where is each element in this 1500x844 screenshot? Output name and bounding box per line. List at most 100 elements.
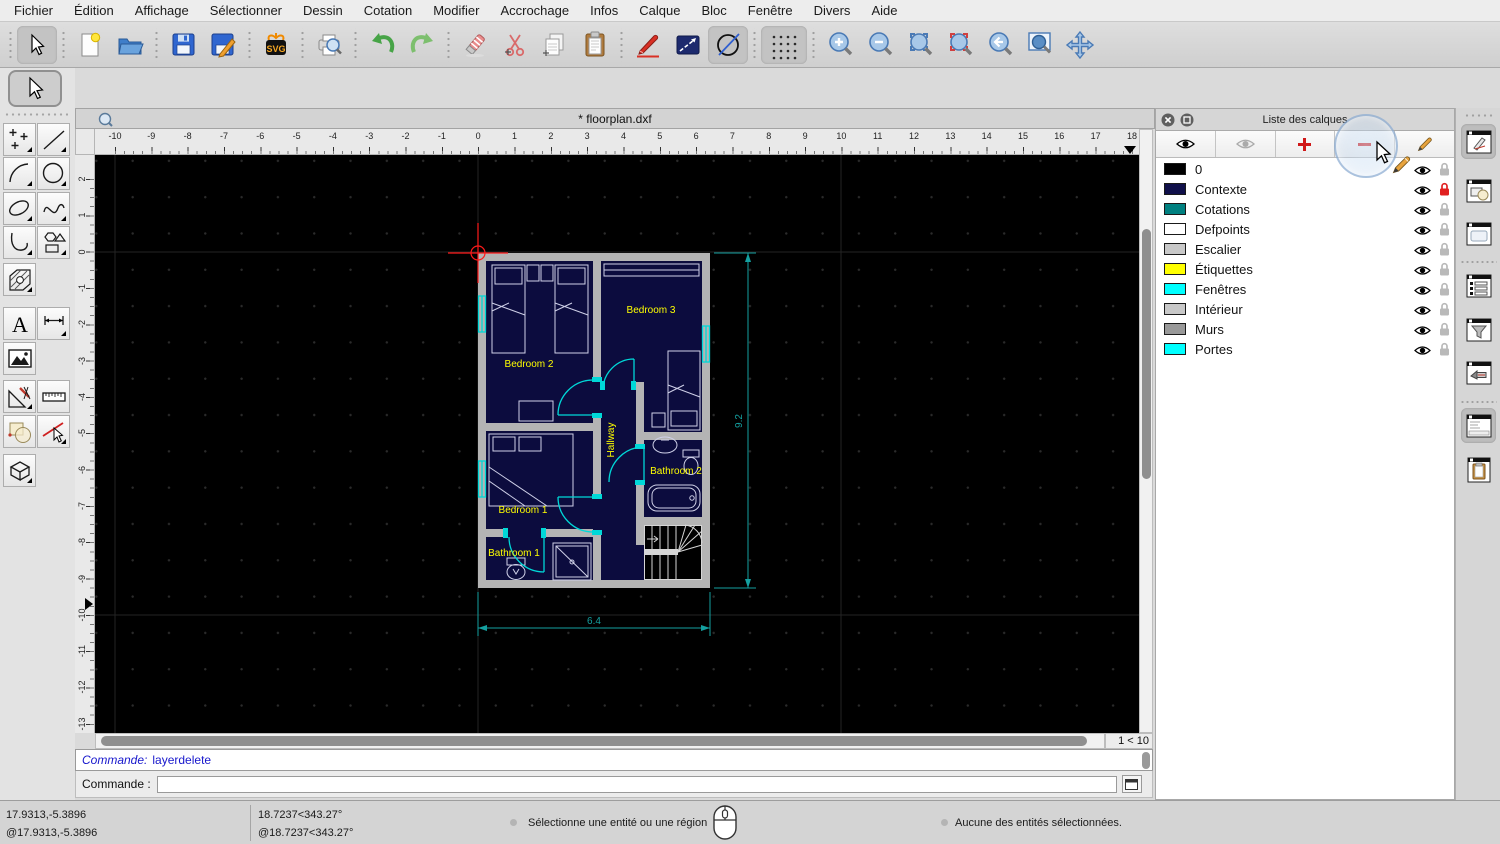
text-icon: A [12, 312, 28, 337]
command-widget-button[interactable] [1461, 408, 1496, 443]
library-browser-widget-button[interactable] [1461, 216, 1496, 251]
hruler-label: -4 [328, 131, 337, 141]
layer-name: 0 [1195, 161, 1203, 177]
menu-item[interactable]: Modifier [433, 3, 479, 18]
layer-row[interactable]: Defpoints [1156, 219, 1454, 239]
menu-item[interactable]: Fenêtre [748, 3, 793, 18]
menu-item[interactable]: Affichage [135, 3, 189, 18]
vscroll-thumb[interactable] [1142, 229, 1151, 479]
toolbar-handle [6, 27, 15, 62]
zoom-selection-button[interactable] [940, 26, 980, 64]
block-list-widget-button[interactable] [1461, 173, 1496, 208]
menu-item[interactable]: Bloc [701, 3, 726, 18]
points-tool-button[interactable] [3, 123, 36, 156]
zoom-pan-button[interactable] [1060, 26, 1100, 64]
zoom-in-button[interactable] [820, 26, 860, 64]
panel-float-button[interactable] [1180, 113, 1194, 127]
save-button[interactable] [163, 26, 203, 64]
3d-tools-button[interactable] [3, 454, 36, 487]
select-pointer-button[interactable] [17, 25, 57, 64]
statusbar-divider [250, 805, 251, 841]
shapes-tool-button[interactable] [37, 226, 70, 259]
menu-item[interactable]: Aide [871, 3, 897, 18]
menu-item[interactable]: Fichier [14, 3, 53, 18]
hruler-label: 9 [802, 131, 808, 141]
panel-close-button[interactable] [1161, 113, 1175, 127]
print-preview-button[interactable] [309, 26, 349, 64]
measure-tool-button[interactable] [37, 380, 70, 413]
menu-item[interactable]: Calque [639, 3, 680, 18]
command-history-scrollbar[interactable] [1142, 752, 1150, 769]
layer-lock-toggle[interactable] [1439, 342, 1450, 361]
layer-row[interactable]: Fenêtres [1156, 279, 1454, 299]
zoom-previous-button[interactable] [980, 26, 1020, 64]
spline-tool-button[interactable] [37, 192, 70, 225]
paste-button[interactable] [575, 26, 615, 64]
modify-entity-button[interactable] [37, 415, 70, 448]
command-input[interactable] [156, 775, 1117, 793]
export-svg-button[interactable]: SVG [256, 26, 296, 64]
layer-visibility-toggle[interactable] [1414, 343, 1431, 361]
filter-widget-icon [1466, 318, 1491, 341]
add-layer-button[interactable] [1275, 131, 1336, 157]
show-all-layers-button[interactable] [1156, 131, 1216, 157]
hruler-label: 18 [1126, 131, 1137, 141]
menu-item[interactable]: Dessin [303, 3, 343, 18]
menu-item[interactable]: Infos [590, 3, 618, 18]
hatch-tool-button[interactable] [3, 263, 36, 296]
clipboard-widget-button[interactable] [1461, 452, 1496, 487]
boolean-region-button[interactable] [3, 415, 36, 448]
new-document-button[interactable] [70, 26, 110, 64]
menu-item[interactable]: Édition [74, 3, 114, 18]
drawing-canvas[interactable]: Bedroom 2 Bedroom 3 Hallway Bedroom 1 Ba… [95, 155, 1139, 733]
vruler-label: -13 [77, 717, 87, 731]
layer-row[interactable]: Murs [1156, 319, 1454, 339]
hscroll-thumb[interactable] [101, 736, 1087, 746]
horizontal-scrollbar[interactable] [95, 733, 1105, 749]
cut-button[interactable] [495, 26, 535, 64]
entity-list-widget-button[interactable] [1461, 268, 1496, 303]
hide-all-layers-button[interactable] [1215, 131, 1276, 157]
drafting-tools-button[interactable] [3, 380, 36, 413]
arc-tool-button[interactable] [3, 157, 36, 190]
ellipse-tool-button[interactable] [3, 192, 36, 225]
menu-item[interactable]: Cotation [364, 3, 412, 18]
layer-row[interactable]: Cotations [1156, 199, 1454, 219]
redo-button[interactable] [402, 26, 442, 64]
zoom-auto-button[interactable] [900, 26, 940, 64]
open-file-button[interactable] [110, 26, 150, 64]
layer-row[interactable]: Intérieur [1156, 299, 1454, 319]
command-options-button[interactable] [1121, 775, 1142, 793]
layer-row[interactable]: Portes [1156, 339, 1454, 359]
zoom-window-button[interactable] [1020, 26, 1060, 64]
toolbar-separator [351, 27, 360, 62]
delete-eraser-button[interactable] [455, 26, 495, 64]
draft-mode-button[interactable] [708, 25, 748, 64]
menu-item[interactable]: Sélectionner [210, 3, 282, 18]
layer-row[interactable]: Contexte [1156, 179, 1454, 199]
pen-attributes-button[interactable] [628, 26, 668, 64]
dimension-tool-button[interactable] [37, 307, 70, 340]
grid-toggle-button[interactable] [761, 25, 807, 64]
layer-row[interactable]: Étiquettes [1156, 259, 1454, 279]
line-tool-button[interactable] [37, 123, 70, 156]
strip-separator [1460, 400, 1497, 404]
polyline-tool-button[interactable] [3, 226, 36, 259]
document-titlebar[interactable]: * floorplan.dxf [75, 108, 1155, 129]
line-attributes-button[interactable] [668, 26, 708, 64]
pen-wizard-widget-button[interactable] [1461, 355, 1496, 390]
vertical-scrollbar[interactable] [1139, 129, 1153, 733]
zoom-out-button[interactable] [860, 26, 900, 64]
image-tool-button[interactable] [3, 342, 36, 375]
layer-list-widget-button[interactable] [1461, 124, 1496, 159]
layer-row[interactable]: Escalier [1156, 239, 1454, 259]
save-as-button[interactable] [203, 26, 243, 64]
menu-item[interactable]: Divers [814, 3, 851, 18]
select-tool-button[interactable] [8, 70, 62, 107]
menu-item[interactable]: Accrochage [500, 3, 569, 18]
text-tool-button[interactable]: A [3, 307, 36, 340]
copy-button[interactable] [535, 26, 575, 64]
undo-button[interactable] [362, 26, 402, 64]
selection-filter-widget-button[interactable] [1461, 312, 1496, 347]
circle-tool-button[interactable] [37, 157, 70, 190]
